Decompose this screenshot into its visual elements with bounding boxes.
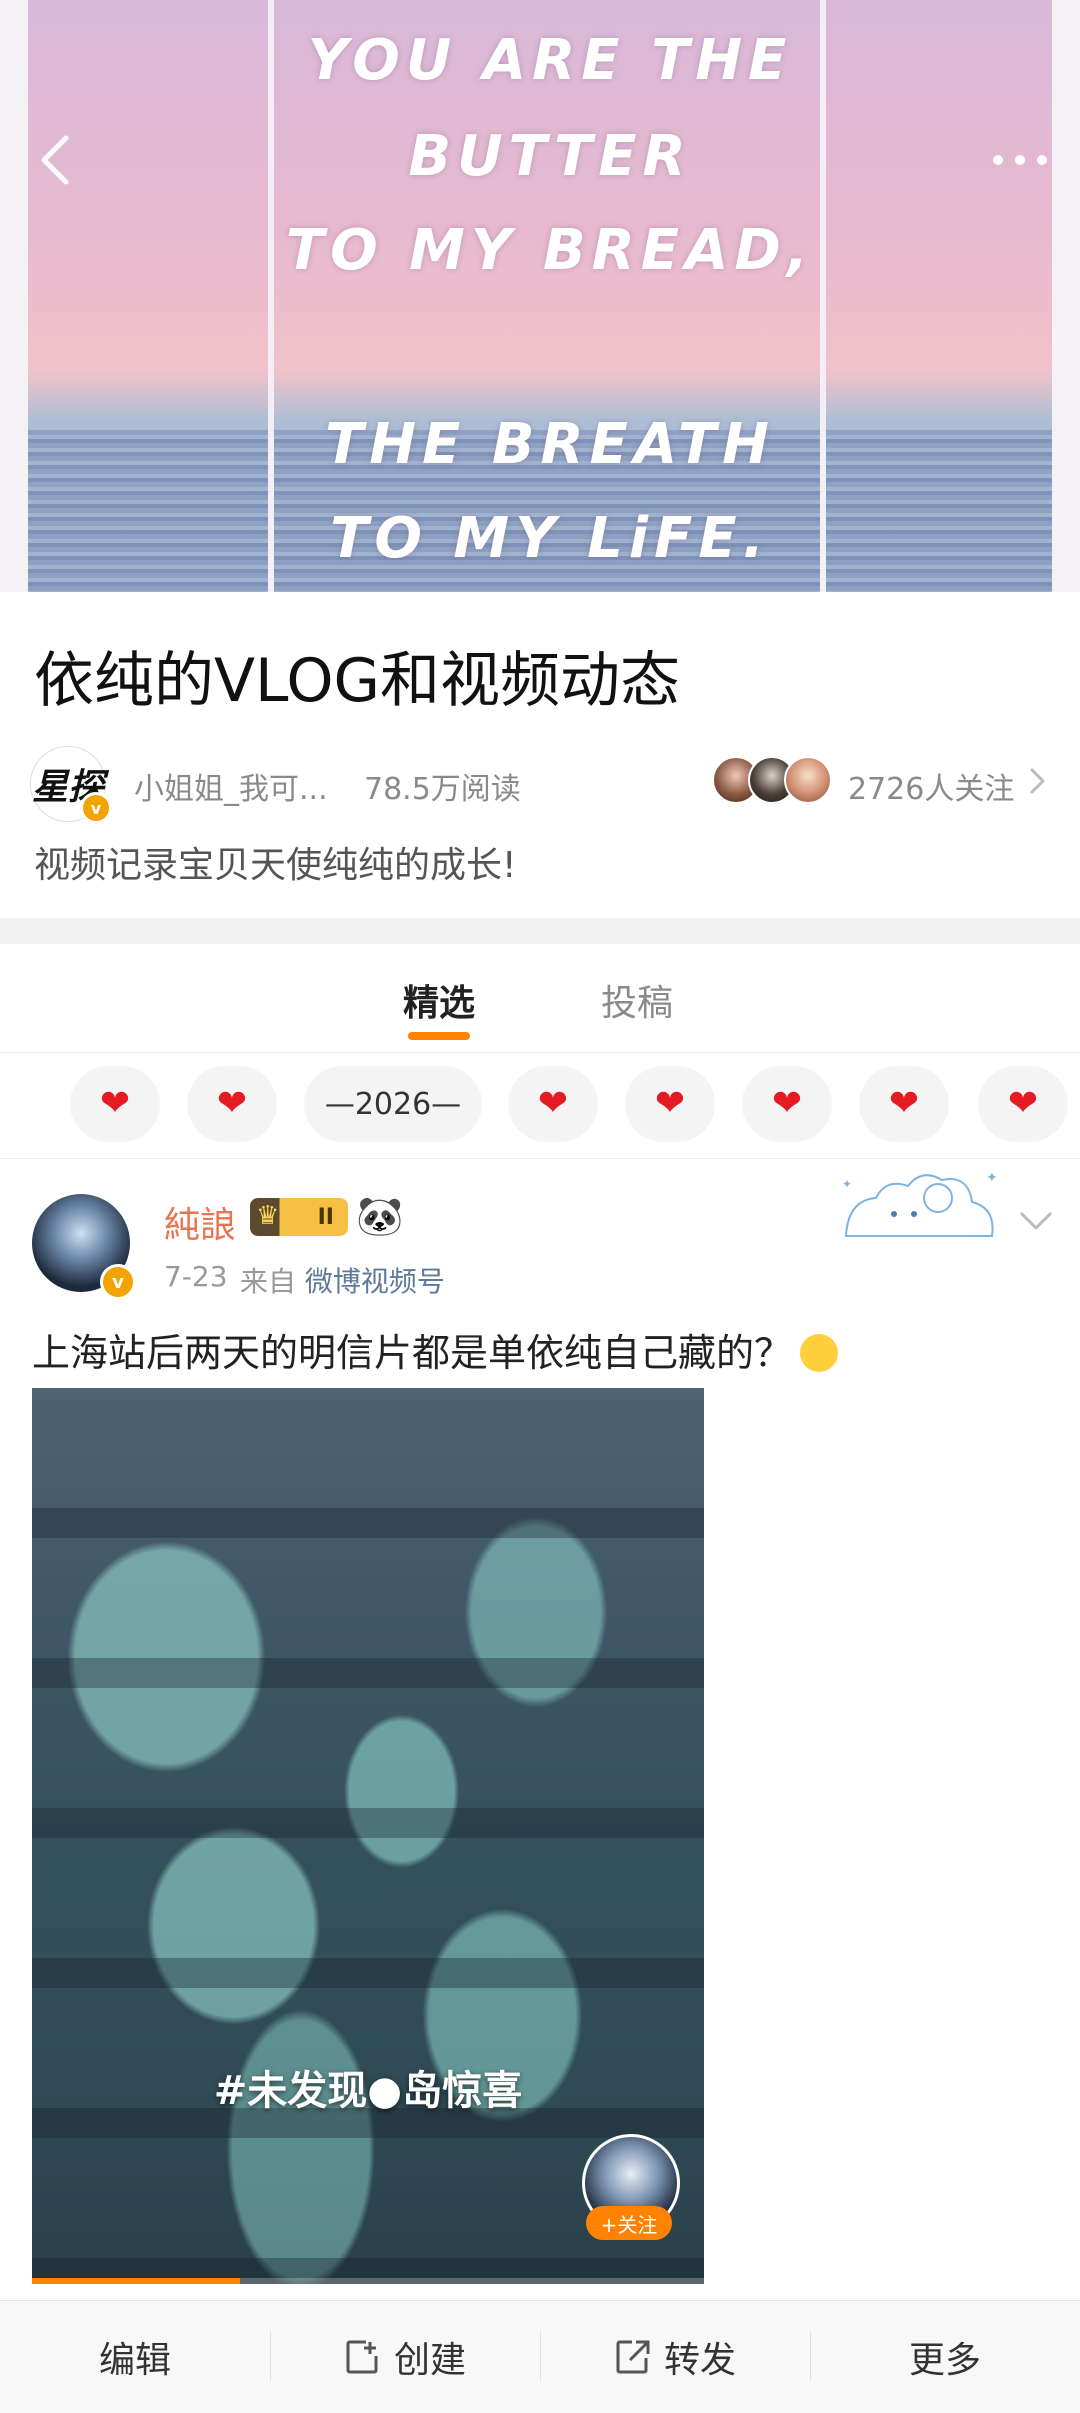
bottom-action-bar: 编辑 创建 转发 更多 — [0, 2300, 1080, 2413]
follower-count[interactable]: 2726人关注 — [848, 764, 1014, 808]
video-player[interactable]: #未发现●岛惊喜 +关注 — [32, 1388, 704, 2284]
topic-title: 依纯的VLOG和视频动态 — [34, 646, 681, 716]
post-author-name[interactable]: 純誏 — [164, 1196, 236, 1248]
banner-edge-left — [0, 0, 28, 600]
follower-avatars[interactable] — [712, 756, 832, 804]
heart-icon: ❤ — [888, 1083, 920, 1124]
more-button[interactable]: 更多 — [810, 2301, 1080, 2413]
more-options-button[interactable] — [980, 140, 1060, 180]
source-name[interactable]: 微博视频号 — [305, 1265, 445, 1298]
chip-heart[interactable]: ❤ — [742, 1066, 832, 1142]
video-caption: #未发现●岛惊喜 — [213, 2068, 523, 2114]
chip-heart[interactable]: ❤ — [508, 1066, 598, 1142]
panda-icon: 🐼 — [356, 1194, 404, 1238]
verified-badge-icon: v — [100, 1264, 136, 1300]
post-source: 来自 微博视频号 — [240, 1260, 445, 1300]
active-tab-indicator — [408, 1032, 470, 1040]
banner-quote-line: TO MY BREAD, — [285, 218, 815, 283]
svg-text:✦: ✦ — [842, 1177, 852, 1191]
edit-label: 编辑 — [98, 2340, 171, 2381]
chip-heart[interactable]: ❤ — [70, 1066, 160, 1142]
topic-meta-row: 星探 v 小姐姐_我可... 78.5万阅读 2726人关注 — [30, 742, 1050, 824]
level-label: II — [317, 1204, 334, 1230]
create-button[interactable]: 创建 — [270, 2301, 540, 2413]
filter-chips: ❤ ❤ —2026— ❤ ❤ ❤ ❤ ❤ — [0, 1052, 1080, 1159]
svg-text:✦: ✦ — [986, 1170, 998, 1186]
decorative-sticker-icon: ✦ ✦ — [842, 1170, 998, 1237]
heart-icon: ❤ — [216, 1083, 248, 1124]
share-button[interactable]: 转发 — [540, 2301, 810, 2413]
chip-year[interactable]: —2026— — [304, 1066, 482, 1142]
section-divider — [0, 918, 1080, 944]
tab-bar: 精选 投稿 — [0, 944, 1080, 1053]
video-progress-bar[interactable] — [32, 2278, 704, 2284]
source-prefix: 来自 — [240, 1265, 297, 1298]
more-label: 更多 — [908, 2340, 981, 2381]
heart-icon: ❤ — [99, 1083, 131, 1124]
banner-edge-right — [1052, 0, 1080, 600]
chevron-left-icon — [41, 135, 69, 185]
chip-heart[interactable]: ❤ — [187, 1066, 277, 1142]
share-icon — [616, 2340, 650, 2374]
follower-avatar — [784, 756, 832, 804]
verified-badge-icon: v — [80, 792, 112, 824]
edit-button[interactable]: 编辑 — [0, 2301, 270, 2413]
chevron-right-icon[interactable] — [1024, 766, 1050, 796]
chip-year-label: —2026— — [324, 1086, 462, 1122]
read-count: 78.5万阅读 — [364, 772, 521, 807]
tab-submissions[interactable]: 投稿 — [601, 974, 673, 1026]
host-name[interactable]: 小姐姐_我可... — [134, 764, 328, 808]
topic-banner: YOU ARE THE BUTTER TO MY BREAD, THE BREA… — [0, 0, 1080, 600]
post-text-content: 上海站后两天的明信片都是单依纯自己藏的？ — [32, 1331, 793, 1375]
create-label: 创建 — [393, 2340, 466, 2381]
banner-divider — [268, 0, 274, 600]
create-icon — [346, 2340, 378, 2374]
member-level-badge[interactable]: ♛ II — [250, 1198, 348, 1236]
heart-icon: ❤ — [1007, 1083, 1039, 1124]
chip-heart[interactable]: ❤ — [978, 1066, 1068, 1142]
banner-quote-line: THE BREATH — [325, 412, 775, 477]
post-time: 7-23 — [164, 1260, 228, 1293]
share-label: 转发 — [663, 2340, 736, 2381]
heart-icon: ❤ — [537, 1083, 569, 1124]
video-progress-fill — [32, 2278, 241, 2284]
banner-edge-bottom — [0, 592, 1080, 600]
banner-quote-line: YOU ARE THE — [307, 28, 793, 93]
crown-icon: ♛ — [256, 1201, 280, 1231]
chevron-down-icon[interactable] — [1016, 1206, 1056, 1236]
tab-featured[interactable]: 精选 — [403, 974, 475, 1026]
feed-post: v 純誏 ♛ II 🐼 7-23 来自 微博视频号 ✦ ✦ 上海站后两天的明信片… — [0, 1160, 1080, 2300]
chip-heart[interactable]: ❤ — [625, 1066, 715, 1142]
banner-divider — [820, 0, 826, 600]
follow-button[interactable]: +关注 — [586, 2206, 672, 2240]
heart-icon: ❤ — [654, 1083, 686, 1124]
heart-icon: ❤ — [771, 1083, 803, 1124]
back-button[interactable] — [28, 130, 88, 190]
chip-heart[interactable]: ❤ — [859, 1066, 949, 1142]
pleading-face-emoji-icon — [800, 1334, 839, 1372]
post-text: 上海站后两天的明信片都是单依纯自己藏的？ — [32, 1322, 839, 1377]
banner-quote-line: TO MY LiFE. — [330, 506, 770, 571]
more-dots-icon — [993, 155, 1047, 165]
banner-quote-line: BUTTER — [408, 124, 692, 189]
topic-description: 视频记录宝贝天使纯纯的成长! — [34, 845, 517, 886]
